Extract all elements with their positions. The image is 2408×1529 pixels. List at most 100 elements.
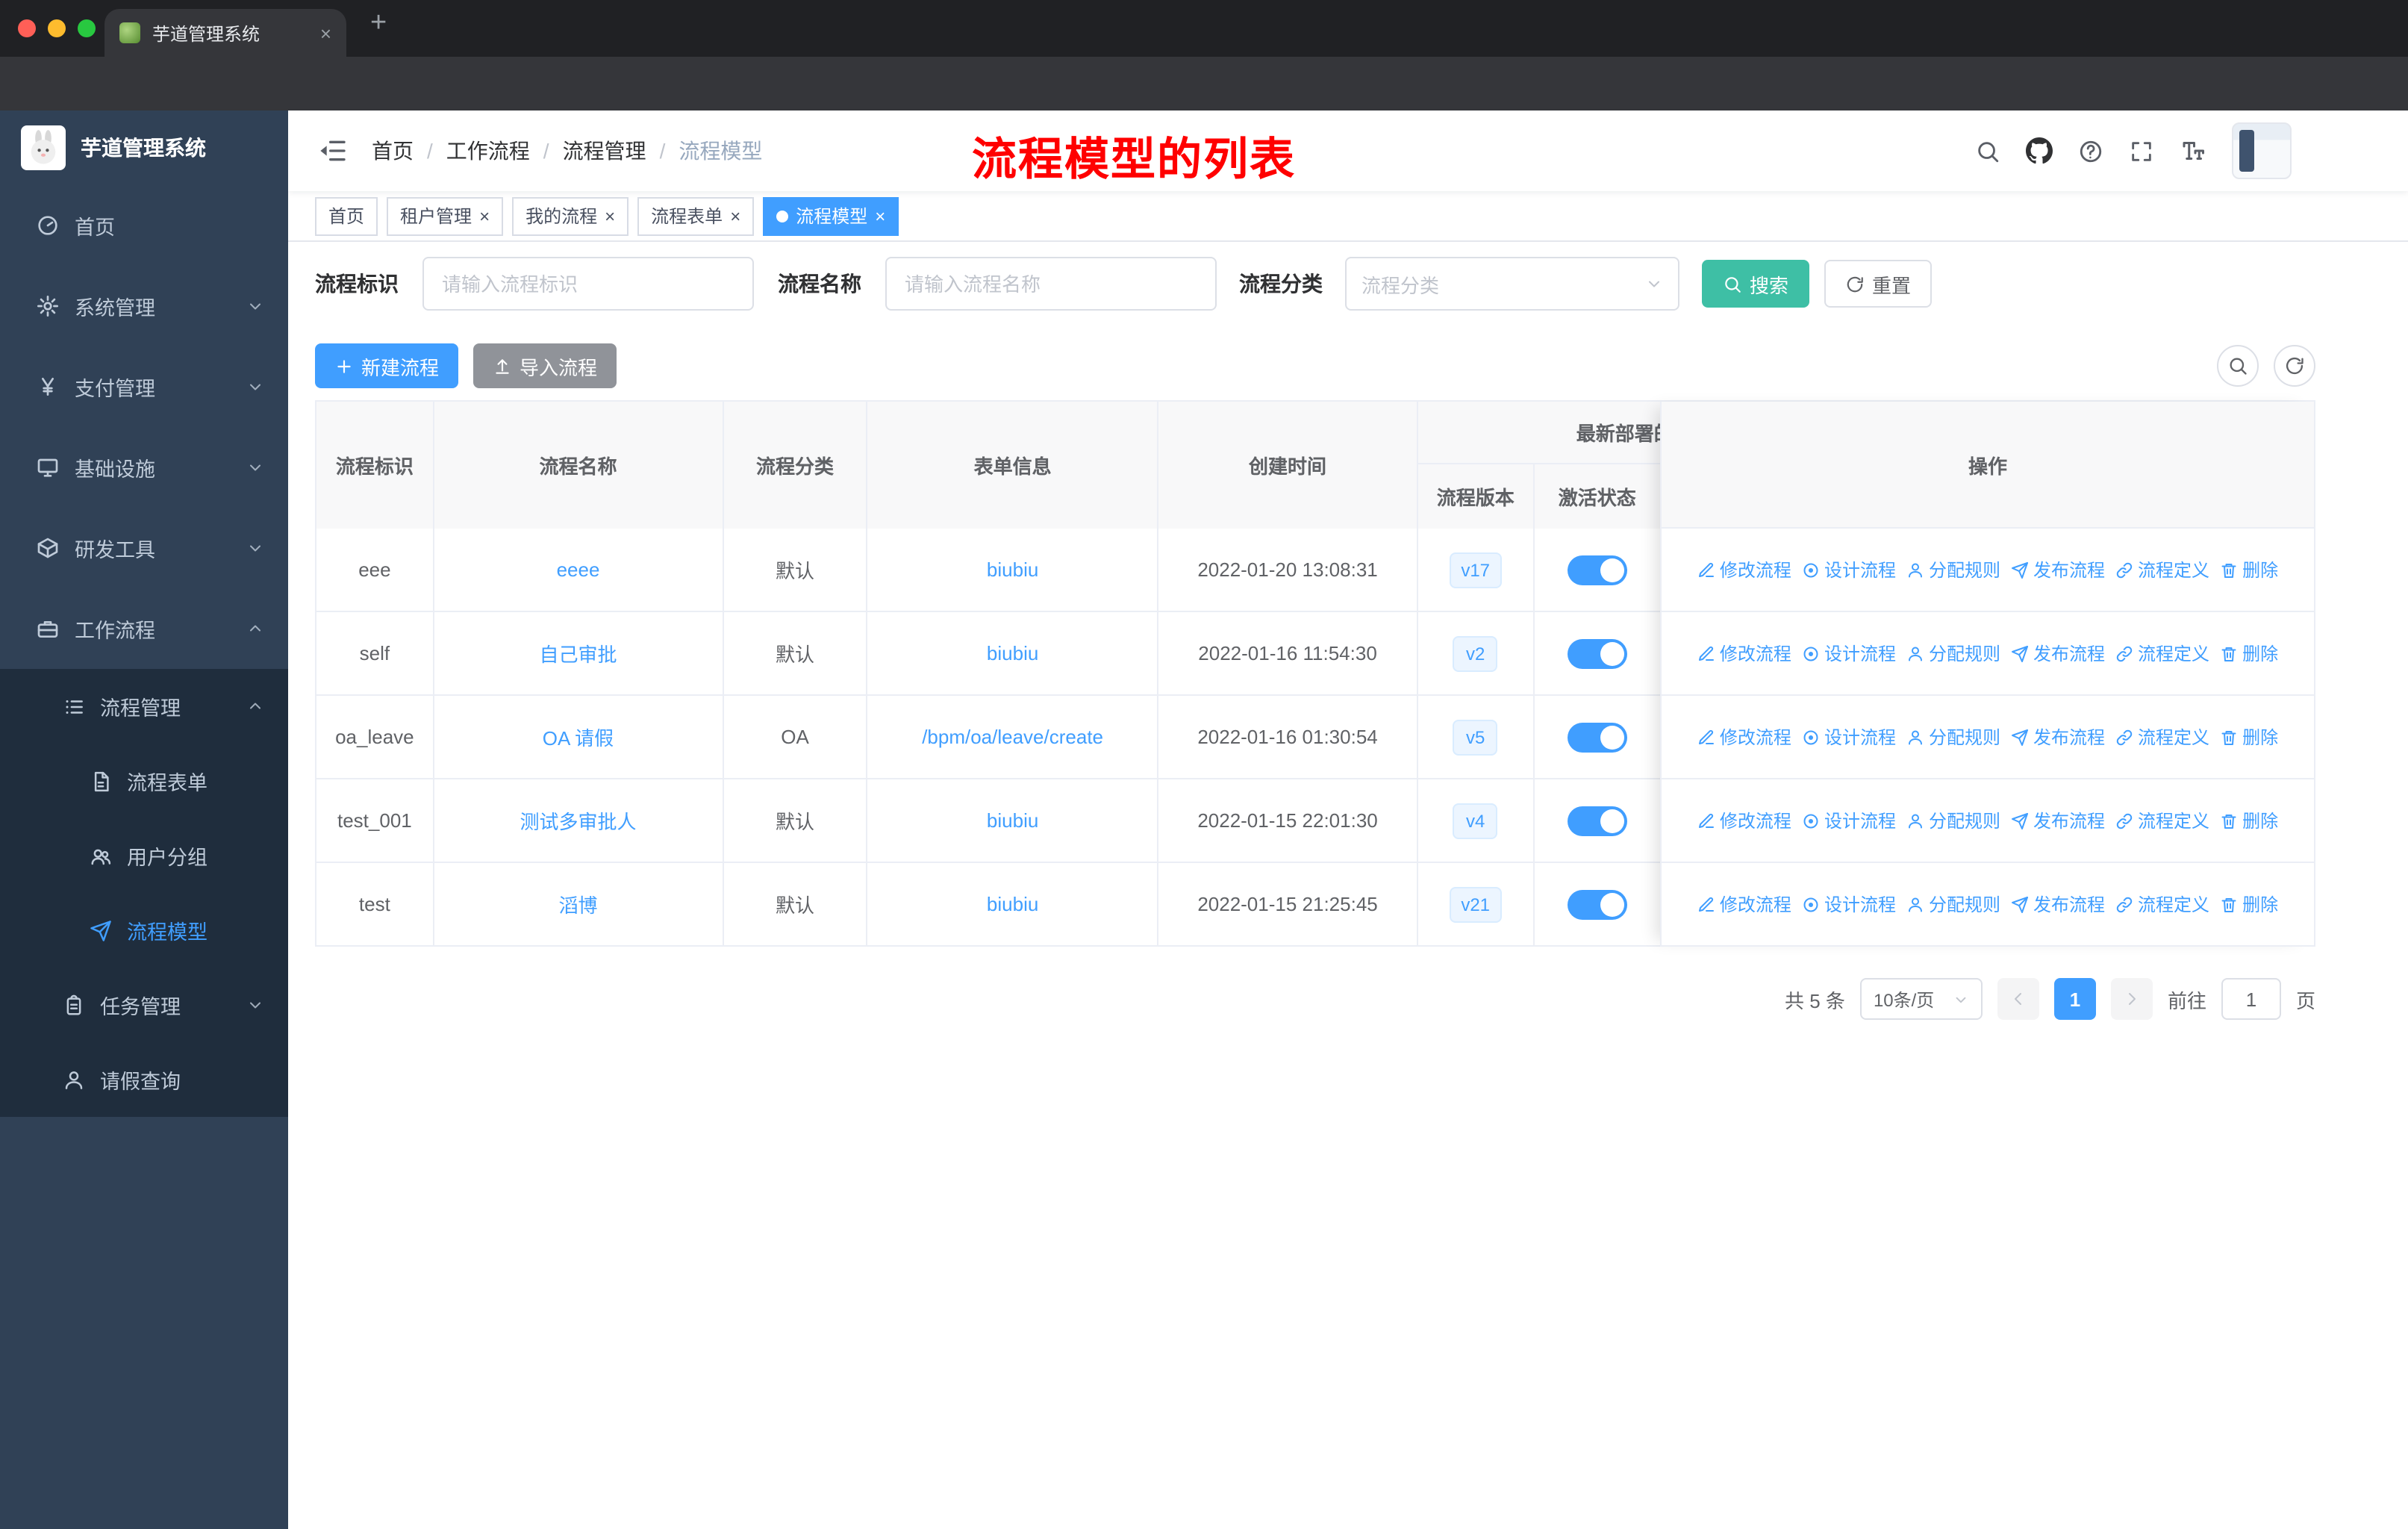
action-edit-process[interactable]: 修改流程 (1697, 641, 1791, 666)
action-assign-rule[interactable]: 分配规则 (1906, 808, 2000, 833)
search-icon[interactable] (1975, 138, 2000, 164)
sidebar-item-process-management[interactable]: 流程管理 (0, 669, 288, 744)
search-button[interactable]: 搜索 (1702, 260, 1810, 308)
action-edit-process[interactable]: 修改流程 (1697, 891, 1791, 917)
form-info-link[interactable]: /bpm/oa/leave/create (922, 726, 1103, 748)
action-publish-process[interactable]: 发布流程 (2011, 891, 2105, 917)
sidebar-item-process-form[interactable]: 流程表单 (0, 744, 288, 818)
close-tab-icon[interactable]: × (320, 22, 331, 44)
action-assign-rule[interactable]: 分配规则 (1906, 557, 2000, 582)
action-edit-process[interactable]: 修改流程 (1697, 557, 1791, 582)
tag-home[interactable]: 首页 (315, 196, 378, 235)
version-tag[interactable]: v5 (1453, 719, 1498, 755)
action-design-process[interactable]: 设计流程 (1802, 557, 1896, 582)
process-name-link[interactable]: eeee (557, 558, 600, 581)
process-name-link[interactable]: 自己审批 (539, 639, 617, 667)
sidebar-item-user-group[interactable]: 用户分组 (0, 818, 288, 893)
form-info-link[interactable]: biubiu (987, 809, 1038, 832)
breadcrumb-item[interactable]: 首页 (372, 136, 414, 166)
active-toggle[interactable] (1567, 638, 1627, 668)
current-page-button[interactable]: 1 (2053, 978, 2096, 1020)
action-assign-rule[interactable]: 分配规则 (1906, 724, 2000, 750)
action-delete[interactable]: 删除 (2220, 808, 2278, 833)
sidebar-item-infra[interactable]: 基础设施 (0, 427, 288, 508)
process-name-link[interactable]: OA 请假 (543, 723, 614, 751)
version-tag[interactable]: v17 (1449, 552, 1503, 588)
breadcrumb-item[interactable]: 流程管理 (563, 136, 646, 166)
form-info-link[interactable]: biubiu (987, 893, 1038, 915)
refresh-table-button[interactable] (2274, 345, 2315, 387)
action-delete[interactable]: 删除 (2220, 641, 2278, 666)
version-tag[interactable]: v21 (1449, 886, 1503, 922)
sidebar-item-system[interactable]: 系统管理 (0, 266, 288, 346)
goto-page-input[interactable] (2221, 978, 2281, 1020)
tag-tenant[interactable]: 租户管理 × (387, 196, 504, 235)
sidebar-fold-icon[interactable] (318, 136, 348, 166)
help-icon[interactable] (2078, 138, 2103, 164)
form-info-link[interactable]: biubiu (987, 558, 1038, 581)
active-toggle[interactable] (1567, 889, 1627, 919)
action-publish-process[interactable]: 发布流程 (2011, 641, 2105, 666)
import-process-button[interactable]: 导入流程 (473, 343, 617, 388)
sidebar-item-devtools[interactable]: 研发工具 (0, 508, 288, 588)
process-name-input[interactable] (885, 257, 1217, 311)
tag-process-model[interactable]: 流程模型 × (763, 196, 899, 235)
close-tag-icon[interactable]: × (479, 205, 490, 226)
form-info-link[interactable]: biubiu (987, 642, 1038, 664)
font-size-icon[interactable] (2180, 137, 2206, 164)
new-tab-button[interactable]: + (370, 7, 387, 40)
category-select[interactable]: 流程分类 (1345, 257, 1679, 311)
action-assign-rule[interactable]: 分配规则 (1906, 641, 2000, 666)
action-process-definition[interactable]: 流程定义 (2115, 724, 2209, 750)
version-tag[interactable]: v4 (1453, 803, 1498, 838)
app-logo[interactable]: 芋道管理系统 (0, 110, 288, 185)
close-tag-icon[interactable]: × (605, 205, 615, 226)
active-toggle[interactable] (1567, 722, 1627, 752)
action-delete[interactable]: 删除 (2220, 724, 2278, 750)
avatar[interactable] (2232, 122, 2292, 179)
create-process-button[interactable]: 新建流程 (315, 343, 459, 388)
action-delete[interactable]: 删除 (2220, 891, 2278, 917)
action-design-process[interactable]: 设计流程 (1802, 891, 1896, 917)
github-icon[interactable] (2026, 137, 2053, 164)
sidebar-item-leave-query[interactable]: 请假查询 (0, 1042, 288, 1117)
process-name-link[interactable]: 测试多审批人 (520, 806, 636, 835)
breadcrumb-item[interactable]: 工作流程 (446, 136, 530, 166)
process-id-input[interactable] (422, 257, 754, 311)
sidebar-item-task-management[interactable]: 任务管理 (0, 968, 288, 1042)
action-publish-process[interactable]: 发布流程 (2011, 557, 2105, 582)
reset-button[interactable]: 重置 (1824, 260, 1933, 308)
action-design-process[interactable]: 设计流程 (1802, 641, 1896, 666)
action-process-definition[interactable]: 流程定义 (2115, 808, 2209, 833)
close-tag-icon[interactable]: × (730, 205, 740, 226)
sidebar-item-workflow[interactable]: 工作流程 (0, 588, 288, 669)
close-tag-icon[interactable]: × (875, 205, 885, 226)
sidebar-item-process-model[interactable]: 流程模型 (0, 893, 288, 968)
active-toggle[interactable] (1567, 806, 1627, 835)
action-process-definition[interactable]: 流程定义 (2115, 557, 2209, 582)
fullscreen-icon[interactable] (2129, 138, 2154, 164)
browser-tab[interactable]: 芋道管理系统 × (105, 9, 346, 57)
action-publish-process[interactable]: 发布流程 (2011, 724, 2105, 750)
action-edit-process[interactable]: 修改流程 (1697, 724, 1791, 750)
toggle-search-button[interactable] (2217, 345, 2259, 387)
action-edit-process[interactable]: 修改流程 (1697, 808, 1791, 833)
action-assign-rule[interactable]: 分配规则 (1906, 891, 2000, 917)
sidebar-item-payment[interactable]: 支付管理 (0, 346, 288, 427)
prev-page-button[interactable] (1997, 978, 2039, 1020)
action-design-process[interactable]: 设计流程 (1802, 724, 1896, 750)
tag-my-process[interactable]: 我的流程 × (512, 196, 629, 235)
next-page-button[interactable] (2110, 978, 2153, 1020)
page-size-select[interactable]: 10条/页 (1859, 978, 1983, 1020)
action-publish-process[interactable]: 发布流程 (2011, 808, 2105, 833)
tag-process-form[interactable]: 流程表单 × (637, 196, 755, 235)
close-window-button[interactable] (18, 19, 36, 37)
action-process-definition[interactable]: 流程定义 (2115, 891, 2209, 917)
zoom-window-button[interactable] (78, 19, 96, 37)
action-delete[interactable]: 删除 (2220, 557, 2278, 582)
process-name-link[interactable]: 滔博 (558, 890, 597, 918)
sidebar-item-home[interactable]: 首页 (0, 185, 288, 266)
active-toggle[interactable] (1567, 555, 1627, 585)
action-process-definition[interactable]: 流程定义 (2115, 641, 2209, 666)
version-tag[interactable]: v2 (1453, 635, 1498, 671)
